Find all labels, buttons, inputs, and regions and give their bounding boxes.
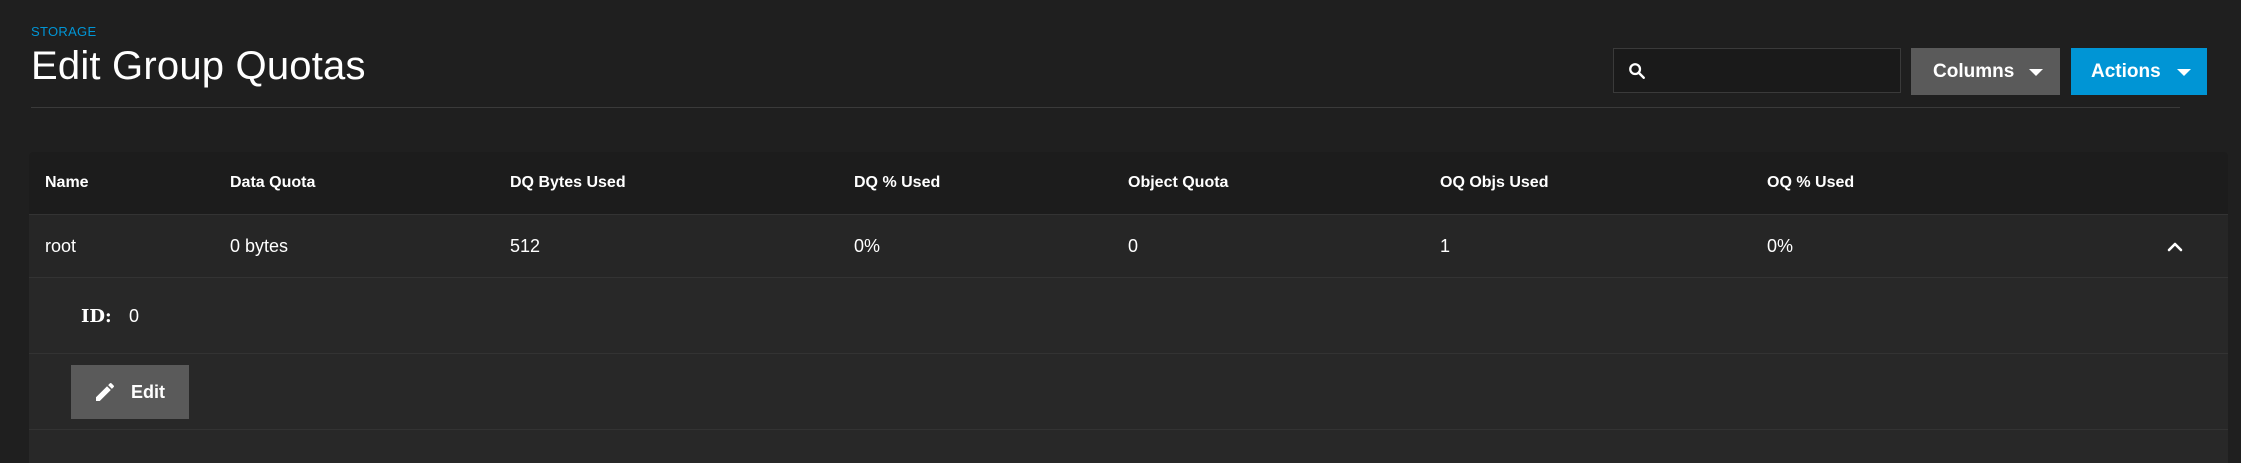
columns-button[interactable]: Columns <box>1911 48 2060 95</box>
search-box[interactable] <box>1613 48 1901 93</box>
caret-down-icon <box>2029 69 2043 76</box>
detail-id-value: 0 <box>129 306 140 326</box>
cell-oq-objs-used: 1 <box>1440 236 1451 256</box>
actions-button[interactable]: Actions <box>2071 48 2207 95</box>
row-detail <box>29 278 2228 354</box>
column-header-dq-pct-used[interactable]: DQ % Used <box>854 174 940 192</box>
cell-object-quota: 0 <box>1128 236 1139 256</box>
column-header-oq-pct-used[interactable]: OQ % Used <box>1767 174 1854 192</box>
table-row[interactable]: root 0 bytes 512 0% 0 1 0% <box>29 214 2228 278</box>
actions-button-label: Actions <box>2091 60 2161 82</box>
edit-button[interactable]: Edit <box>71 365 189 419</box>
edit-button-label: Edit <box>131 381 165 402</box>
cell-data-quota: 0 bytes <box>230 236 289 256</box>
cell-dq-bytes-used: 512 <box>510 236 541 256</box>
column-header-dq-bytes-used[interactable]: DQ Bytes Used <box>510 174 626 192</box>
header-divider <box>31 107 2180 108</box>
column-header-name[interactable]: Name <box>45 174 89 192</box>
quota-table: Name Data Quota DQ Bytes Used DQ % Used … <box>29 152 2228 463</box>
column-header-oq-objs-used[interactable]: OQ Objs Used <box>1440 174 1548 192</box>
cell-dq-pct-used: 0% <box>854 236 881 256</box>
row-actions <box>29 354 2228 430</box>
search-icon <box>1629 63 1645 79</box>
breadcrumb[interactable]: STORAGE <box>31 24 96 39</box>
search-input[interactable] <box>1658 57 1892 87</box>
pencil-icon <box>96 382 115 401</box>
page: STORAGE Edit Group Quotas Columns Action… <box>0 0 2241 463</box>
detail-id-label: ID: <box>81 306 112 327</box>
table-header: Name Data Quota DQ Bytes Used DQ % Used … <box>29 152 2228 214</box>
cell-name: root <box>45 236 77 256</box>
chevron-up-icon[interactable] <box>2163 235 2187 259</box>
cell-oq-pct-used: 0% <box>1767 236 1794 256</box>
page-title: Edit Group Quotas <box>31 44 366 88</box>
column-header-object-quota[interactable]: Object Quota <box>1128 174 1228 192</box>
columns-button-label: Columns <box>1933 60 2015 82</box>
column-header-data-quota[interactable]: Data Quota <box>230 174 315 192</box>
caret-down-icon <box>2177 69 2191 76</box>
